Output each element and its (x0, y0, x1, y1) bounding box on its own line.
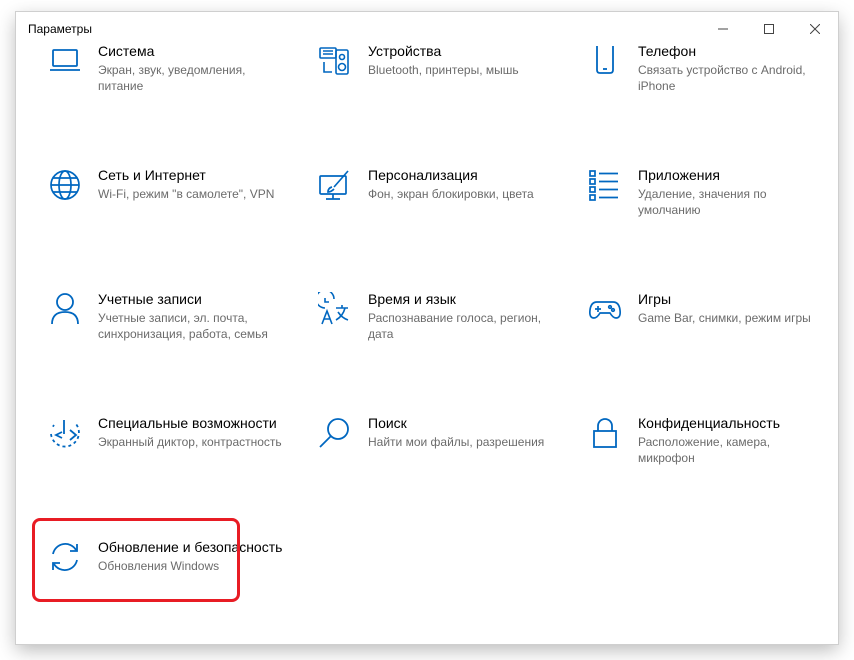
tile-name: Сеть и Интернет (98, 167, 206, 183)
tile-name: Время и язык (368, 291, 456, 307)
globe-icon (48, 168, 82, 202)
tile-accounts[interactable]: Учетные записи Учетные записи, эл. почта… (48, 290, 298, 390)
tile-time-language[interactable]: Время и язык Распознавание голоса, регио… (318, 290, 568, 390)
tile-desc: Game Bar, снимки, режим игры (638, 311, 811, 325)
tile-gaming[interactable]: Игры Game Bar, снимки, режим игры (588, 290, 838, 390)
gamepad-icon (588, 292, 622, 326)
tile-desc: Экранный диктор, контрастность (98, 435, 282, 449)
tile-desc: Найти мои файлы, разрешения (368, 435, 545, 449)
tile-privacy[interactable]: Конфиденциальность Расположение, камера,… (588, 414, 838, 514)
minimize-icon (718, 28, 728, 30)
tile-update-security[interactable]: Обновление и безопасность Обновления Win… (48, 538, 298, 638)
tile-desc: Обновления Windows (98, 559, 220, 573)
tile-name: Система (98, 43, 155, 59)
search-icon (318, 416, 352, 450)
accessibility-icon (48, 416, 82, 450)
update-icon (48, 540, 82, 574)
tile-desc: Bluetooth, принтеры, мышь (368, 63, 519, 77)
tile-system[interactable]: Система Экран, звук, уведомления, питани… (48, 42, 298, 142)
settings-window: Параметры Система Экран, звук, уведомлен… (16, 12, 838, 644)
tile-name: Устройства (368, 43, 442, 59)
phone-icon (588, 44, 622, 78)
maximize-icon (764, 24, 774, 34)
close-button[interactable] (792, 12, 838, 46)
tile-desc: Удаление, значения по умолчанию (638, 187, 767, 217)
tile-name: Телефон (638, 43, 697, 59)
tile-desc: Распознавание голоса, регион, дата (368, 311, 542, 341)
tile-name: Персонализация (368, 167, 478, 183)
tile-desc: Связать устройство с Android, iPhone (638, 63, 806, 93)
tile-apps[interactable]: Приложения Удаление, значения по умолчан… (588, 166, 838, 266)
tile-name: Учетные записи (98, 291, 202, 307)
tile-desc: Расположение, камера, микрофон (638, 435, 771, 465)
tile-search[interactable]: Поиск Найти мои файлы, разрешения (318, 414, 568, 514)
maximize-button[interactable] (746, 12, 792, 46)
tile-desc: Wi-Fi, режим "в самолете", VPN (98, 187, 275, 201)
tile-name: Специальные возможности (98, 415, 277, 431)
title-bar[interactable]: Параметры (16, 12, 838, 46)
tile-name: Поиск (368, 415, 407, 431)
tile-phone[interactable]: Телефон Связать устройство с Android, iP… (588, 42, 838, 142)
tile-desc: Фон, экран блокировки, цвета (368, 187, 534, 201)
tile-name: Игры (638, 291, 672, 307)
tile-personalization[interactable]: Персонализация Фон, экран блокировки, цв… (318, 166, 568, 266)
tile-network[interactable]: Сеть и Интернет Wi-Fi, режим "в самолете… (48, 166, 298, 266)
window-controls (700, 12, 838, 46)
tile-desc: Учетные записи, эл. почта, синхронизация… (98, 311, 268, 341)
tile-devices[interactable]: Устройства Bluetooth, принтеры, мышь (318, 42, 568, 142)
tile-desc: Экран, звук, уведомления, питание (98, 63, 246, 93)
time-language-icon (318, 292, 352, 326)
minimize-button[interactable] (700, 12, 746, 46)
personalization-icon (318, 168, 352, 202)
apps-icon (588, 168, 622, 202)
tile-name: Обновление и безопасность (98, 539, 283, 555)
tile-accessibility[interactable]: Специальные возможности Экранный диктор,… (48, 414, 298, 514)
window-title: Параметры (28, 22, 92, 36)
screen: Параметры Система Экран, звук, уведомлен… (0, 0, 854, 660)
close-icon (810, 24, 820, 34)
devices-icon (318, 44, 352, 78)
lock-icon (588, 416, 622, 450)
tile-name: Конфиденциальность (638, 415, 781, 431)
person-icon (48, 292, 82, 326)
laptop-icon (48, 44, 82, 78)
tile-name: Приложения (638, 167, 720, 183)
